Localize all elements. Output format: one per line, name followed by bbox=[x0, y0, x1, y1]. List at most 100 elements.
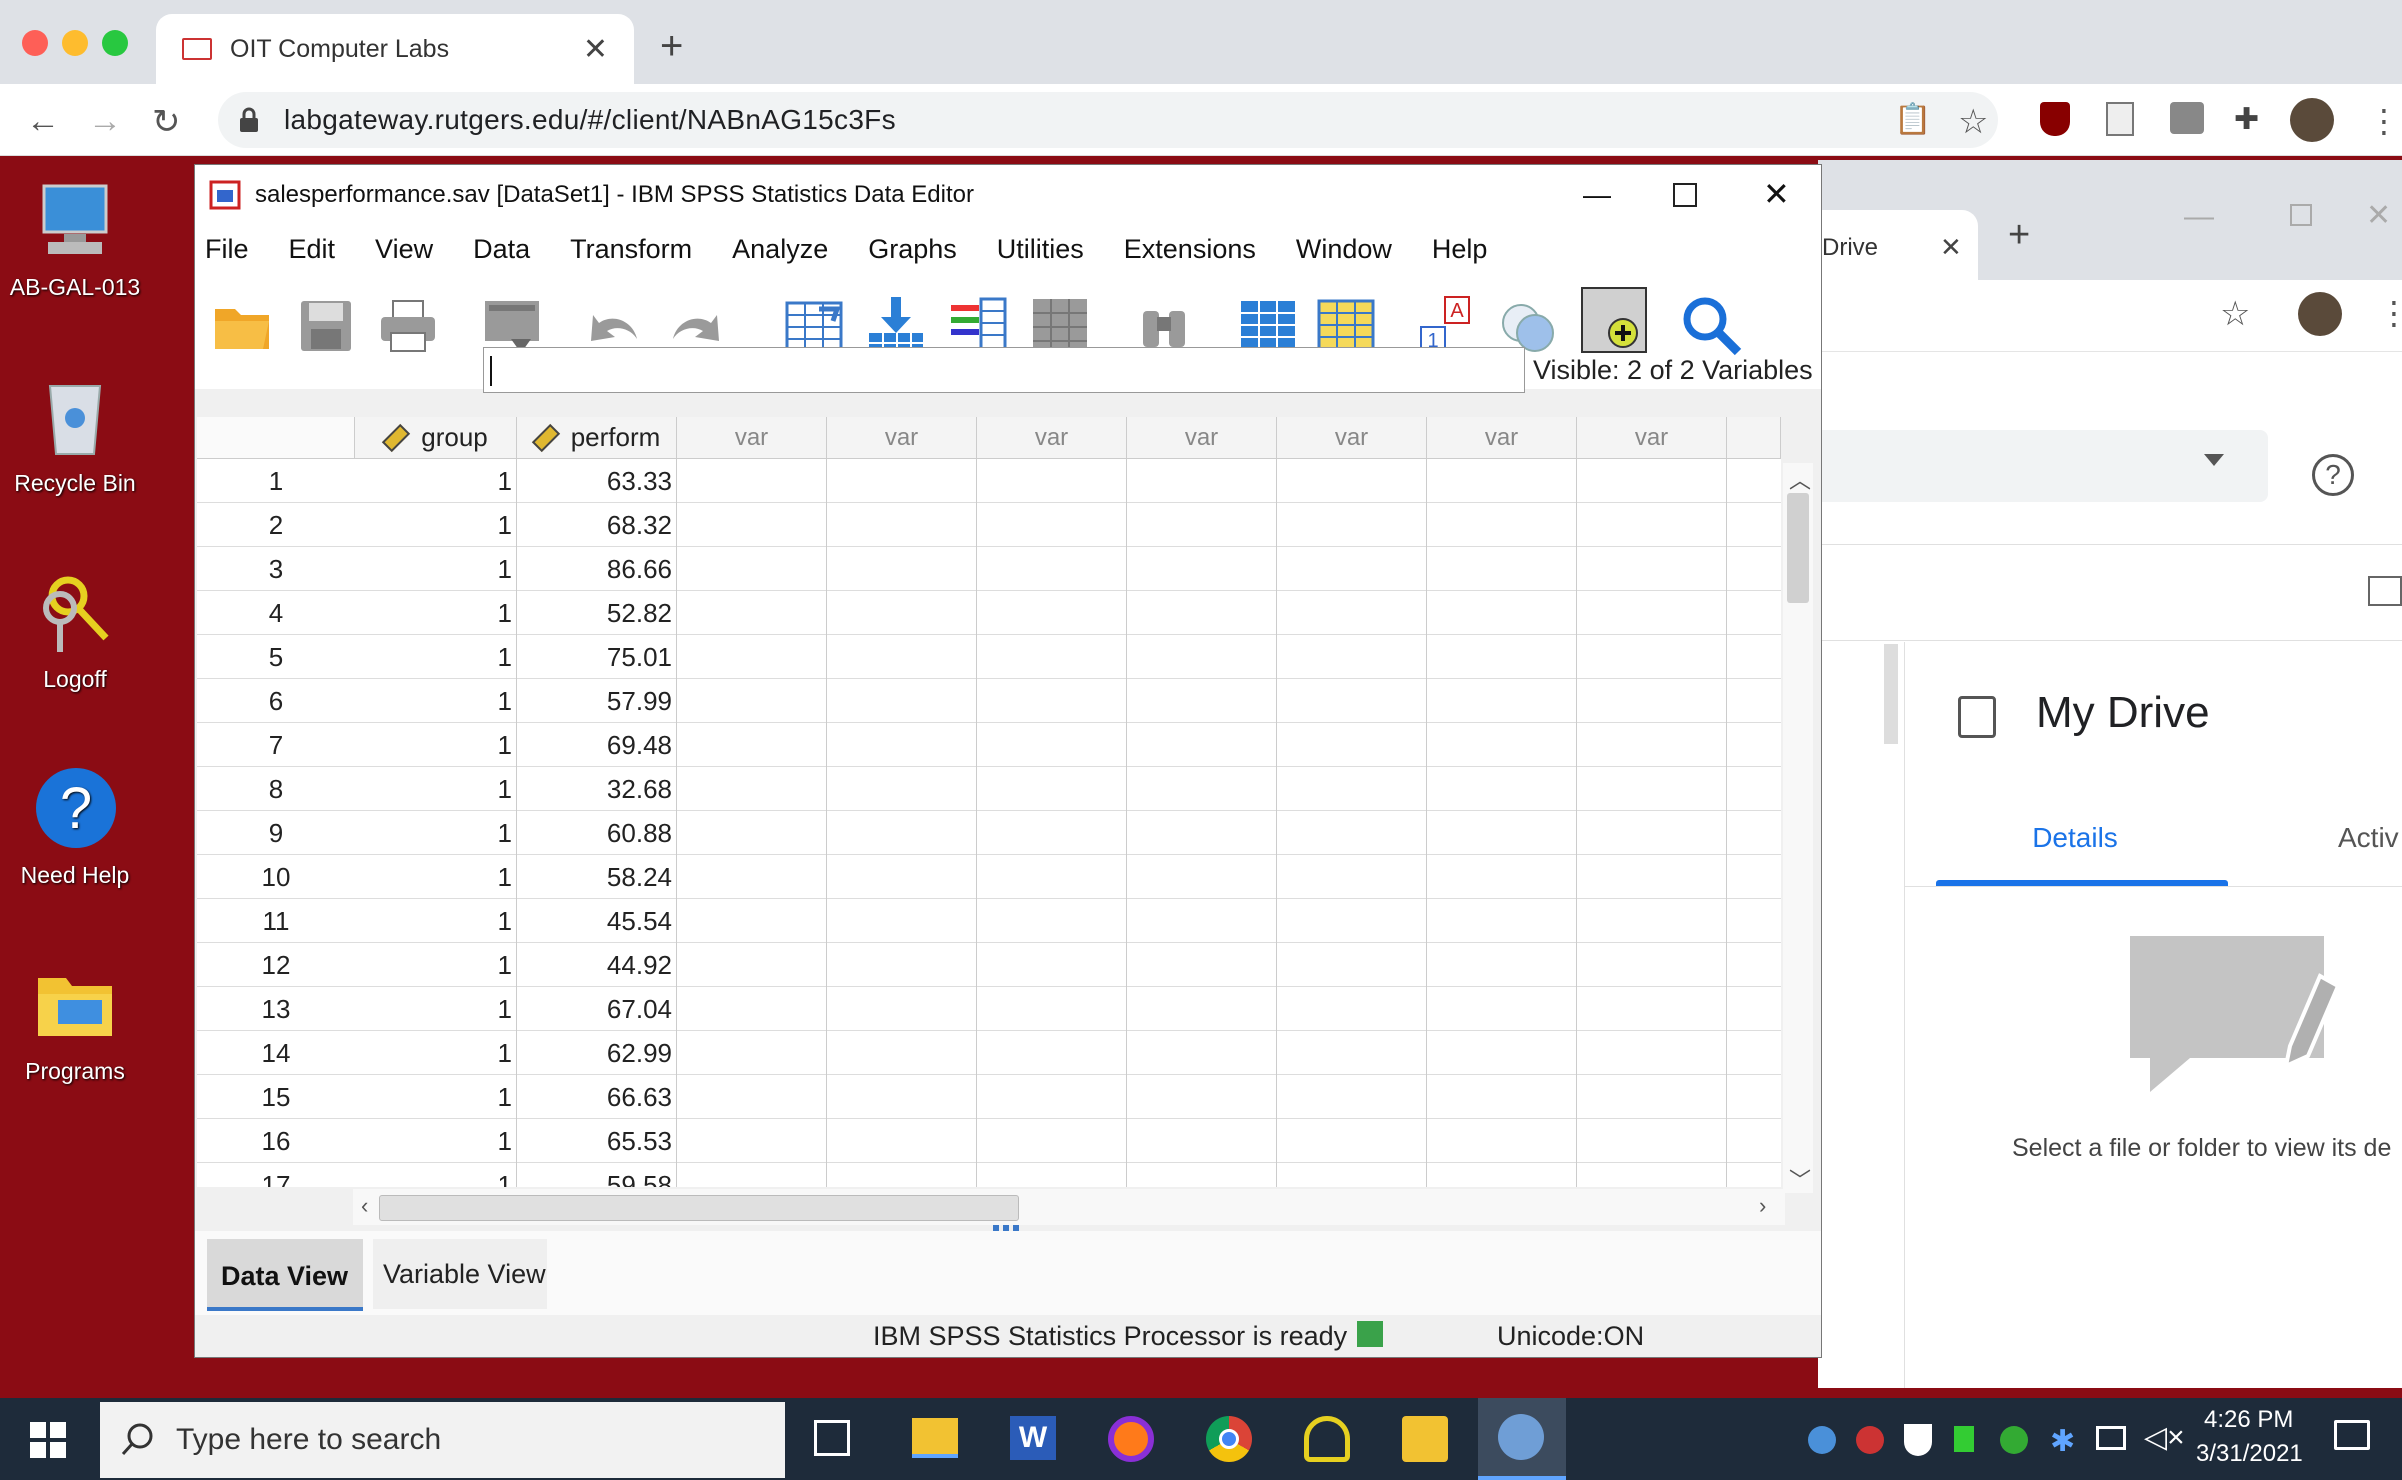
menu-transform[interactable]: Transform bbox=[570, 234, 692, 265]
scroll-left-icon[interactable]: ‹ bbox=[361, 1193, 368, 1219]
cell-empty[interactable] bbox=[1427, 811, 1577, 855]
cell-perform[interactable]: 63.33 bbox=[517, 459, 677, 503]
cell-empty[interactable] bbox=[1427, 1075, 1577, 1119]
cell-empty[interactable] bbox=[677, 1163, 827, 1187]
cell-empty[interactable] bbox=[977, 679, 1127, 723]
reload-icon[interactable]: ↻ bbox=[152, 102, 181, 142]
firefox-icon[interactable] bbox=[1108, 1416, 1154, 1462]
tray-connection-icon[interactable] bbox=[1856, 1426, 1884, 1454]
profile-avatar[interactable] bbox=[2290, 98, 2334, 142]
cell-empty[interactable] bbox=[827, 547, 977, 591]
search-options-dropdown-icon[interactable] bbox=[2204, 454, 2224, 466]
menu-analyze[interactable]: Analyze bbox=[732, 234, 828, 265]
desktop-icon-need-help[interactable]: ? Need Help bbox=[0, 764, 150, 889]
clipboard-icon[interactable]: 📋 bbox=[1894, 102, 1931, 137]
drive-search-box[interactable] bbox=[1818, 430, 2268, 502]
cell-empty[interactable] bbox=[1277, 899, 1427, 943]
cell-empty[interactable] bbox=[827, 1119, 977, 1163]
cell-group[interactable]: 1 bbox=[355, 1075, 517, 1119]
menu-view[interactable]: View bbox=[375, 234, 433, 265]
zoom-window-button[interactable] bbox=[102, 30, 128, 56]
save-icon[interactable] bbox=[295, 295, 357, 357]
user-folder-icon[interactable] bbox=[1402, 1416, 1448, 1462]
cell-empty[interactable] bbox=[1127, 1163, 1277, 1187]
cell-empty[interactable] bbox=[1427, 1119, 1577, 1163]
cell-empty[interactable] bbox=[977, 459, 1127, 503]
cell-empty[interactable] bbox=[1427, 459, 1577, 503]
menu-help[interactable]: Help bbox=[1432, 234, 1488, 265]
tray-volume-muted-icon[interactable]: ◁× bbox=[2144, 1420, 2185, 1455]
cell-empty[interactable] bbox=[1127, 811, 1277, 855]
desktop-icon-programs[interactable]: Programs bbox=[0, 960, 150, 1085]
cell-empty[interactable] bbox=[977, 591, 1127, 635]
cell-empty[interactable] bbox=[1427, 591, 1577, 635]
cell-empty[interactable] bbox=[1577, 503, 1727, 547]
cell-empty[interactable] bbox=[677, 855, 827, 899]
cell-group[interactable]: 1 bbox=[355, 1119, 517, 1163]
cell-group[interactable]: 1 bbox=[355, 899, 517, 943]
menu-extensions[interactable]: Extensions bbox=[1124, 234, 1256, 265]
cell-empty[interactable] bbox=[1127, 943, 1277, 987]
cell-empty[interactable] bbox=[1277, 635, 1427, 679]
cell-empty[interactable] bbox=[677, 1119, 827, 1163]
extensions-puzzle-icon[interactable]: ✚ bbox=[2234, 102, 2259, 137]
cell-group[interactable]: 1 bbox=[355, 987, 517, 1031]
new-tab-button[interactable]: + bbox=[660, 24, 683, 69]
cell-group[interactable]: 1 bbox=[355, 503, 517, 547]
ublock-extension-icon[interactable] bbox=[2040, 102, 2070, 136]
cell-empty[interactable] bbox=[1577, 811, 1727, 855]
cell-empty[interactable] bbox=[1127, 459, 1277, 503]
scroll-right-icon[interactable]: › bbox=[1759, 1193, 1766, 1219]
cell-empty[interactable] bbox=[977, 987, 1127, 1031]
row-number[interactable]: 17 bbox=[197, 1163, 355, 1187]
profile-avatar[interactable] bbox=[2298, 292, 2342, 336]
cell-empty[interactable] bbox=[1127, 987, 1277, 1031]
cell-empty[interactable] bbox=[677, 679, 827, 723]
cell-empty[interactable] bbox=[1127, 547, 1277, 591]
cell-empty[interactable] bbox=[677, 811, 827, 855]
cell-empty[interactable] bbox=[827, 635, 977, 679]
spell-check-icon[interactable] bbox=[1581, 287, 1647, 353]
cell-empty[interactable] bbox=[1577, 1163, 1727, 1187]
tray-network-icon[interactable] bbox=[1808, 1426, 1836, 1454]
cell-empty[interactable] bbox=[1277, 723, 1427, 767]
row-number[interactable]: 5 bbox=[197, 635, 355, 679]
cell-empty[interactable] bbox=[1577, 723, 1727, 767]
menu-file[interactable]: File bbox=[205, 234, 249, 265]
cell-empty[interactable] bbox=[1277, 503, 1427, 547]
cell-empty[interactable] bbox=[977, 855, 1127, 899]
cell-empty[interactable] bbox=[827, 591, 977, 635]
cell-empty[interactable] bbox=[677, 899, 827, 943]
row-number[interactable]: 1 bbox=[197, 459, 355, 503]
cell-empty[interactable] bbox=[1127, 1119, 1277, 1163]
tray-flag-icon[interactable] bbox=[1954, 1426, 1974, 1452]
cell-empty[interactable] bbox=[677, 547, 827, 591]
cell-empty[interactable] bbox=[1127, 591, 1277, 635]
minimize-icon[interactable]: — bbox=[2184, 200, 2214, 234]
bookmark-star-icon[interactable]: ☆ bbox=[1958, 102, 1988, 142]
cell-empty[interactable] bbox=[677, 767, 827, 811]
cell-empty[interactable] bbox=[1277, 943, 1427, 987]
tab-data-view[interactable]: Data View bbox=[207, 1239, 363, 1311]
cell-empty[interactable] bbox=[1577, 767, 1727, 811]
column-header-var[interactable]: var bbox=[1277, 417, 1427, 459]
row-number[interactable]: 6 bbox=[197, 679, 355, 723]
scroll-up-icon[interactable]: ︿ bbox=[1789, 463, 1811, 495]
cell-group[interactable]: 1 bbox=[355, 943, 517, 987]
cell-empty[interactable] bbox=[1577, 1075, 1727, 1119]
cell-empty[interactable] bbox=[1277, 1163, 1427, 1187]
close-icon[interactable]: ✕ bbox=[2366, 198, 2391, 233]
cell-empty[interactable] bbox=[1427, 547, 1577, 591]
cell-empty[interactable] bbox=[1277, 811, 1427, 855]
cell-perform[interactable]: 86.66 bbox=[517, 547, 677, 591]
support-help-icon[interactable]: ? bbox=[2312, 454, 2354, 496]
column-header-perform[interactable]: perform bbox=[517, 417, 677, 459]
cell-empty[interactable] bbox=[677, 943, 827, 987]
cell-empty[interactable] bbox=[1577, 635, 1727, 679]
cell-empty[interactable] bbox=[1127, 899, 1277, 943]
cell-empty[interactable] bbox=[1427, 899, 1577, 943]
row-number[interactable]: 12 bbox=[197, 943, 355, 987]
cell-empty[interactable] bbox=[827, 1163, 977, 1187]
cell-empty[interactable] bbox=[1577, 591, 1727, 635]
cell-empty[interactable] bbox=[827, 1031, 977, 1075]
